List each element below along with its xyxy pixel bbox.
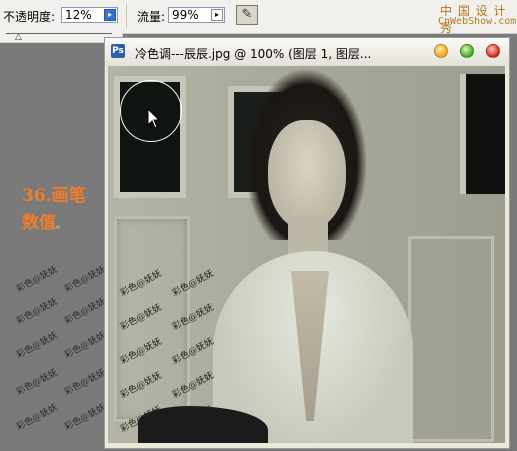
workspace-watermark: 彩色@妩妩 bbox=[14, 330, 60, 361]
tutorial-step-text: 36.画笔 数值。 bbox=[22, 183, 102, 239]
opacity-label: 不透明度: bbox=[3, 10, 56, 24]
maximize-button[interactable] bbox=[460, 44, 474, 58]
opacity-slider-toggle-icon[interactable]: ▸ bbox=[104, 9, 116, 21]
tutorial-step-dot: 。 bbox=[56, 220, 66, 231]
opacity-value: 12% bbox=[65, 8, 92, 22]
document-icon[interactable]: Ps bbox=[111, 44, 125, 58]
door-panel-right bbox=[408, 236, 494, 442]
photo-face bbox=[268, 120, 346, 230]
workspace-watermark: 彩色@妩妩 bbox=[62, 330, 108, 361]
minimize-button[interactable] bbox=[434, 44, 448, 58]
workspace-watermark: 彩色@妩妩 bbox=[14, 402, 60, 433]
workspace-watermark: 彩色@妩妩 bbox=[14, 367, 60, 398]
arrow-cursor-icon bbox=[147, 108, 161, 129]
flow-value: 99% bbox=[172, 8, 199, 22]
workspace-watermark: 彩色@妩妩 bbox=[62, 402, 108, 433]
options-divider bbox=[126, 4, 127, 28]
opacity-slider-thumb-icon[interactable]: △ bbox=[15, 33, 22, 42]
image-canvas[interactable]: 彩色@妩妩 彩色@妩妩 彩色@妩妩 彩色@妩妩 彩色@妩妩 彩色@妩妩 彩色@妩… bbox=[108, 66, 505, 443]
workspace-watermark: 彩色@妩妩 bbox=[62, 367, 108, 398]
tutorial-step-line2: 数值 bbox=[22, 213, 56, 233]
workspace-watermark: 彩色@妩妩 bbox=[62, 264, 108, 295]
workspace-watermark: 彩色@妩妩 bbox=[14, 296, 60, 327]
document-window: Ps 冷色调---辰辰.jpg @ 100% (图层 1, 图层... 彩色@妩… bbox=[104, 37, 510, 449]
document-title: 冷色调---辰辰.jpg @ 100% (图层 1, 图层... bbox=[135, 47, 372, 61]
site-watermark-en: CnWebShow.com bbox=[438, 16, 517, 27]
airbrush-icon[interactable]: ✎ bbox=[236, 5, 258, 25]
document-titlebar[interactable]: Ps 冷色调---辰辰.jpg @ 100% (图层 1, 图层... bbox=[105, 38, 509, 66]
window-pane-right bbox=[460, 74, 505, 194]
flow-slider-toggle-icon[interactable]: ▸ bbox=[211, 9, 223, 21]
tool-options-bar: 不透明度: 12% ▸ 流量: 99% ▸ ✎ 中 国 设 计 秀 CnWebS… bbox=[0, 0, 517, 35]
workspace-watermark: 彩色@妩妩 bbox=[14, 264, 60, 295]
opacity-input[interactable]: 12% ▸ bbox=[61, 7, 118, 23]
tutorial-step-line1: 36.画笔 bbox=[22, 186, 86, 206]
flow-input[interactable]: 99% ▸ bbox=[168, 7, 225, 23]
flow-label: 流量: bbox=[137, 10, 166, 24]
workspace-watermark: 彩色@妩妩 bbox=[62, 296, 108, 327]
close-button[interactable] bbox=[486, 44, 500, 58]
